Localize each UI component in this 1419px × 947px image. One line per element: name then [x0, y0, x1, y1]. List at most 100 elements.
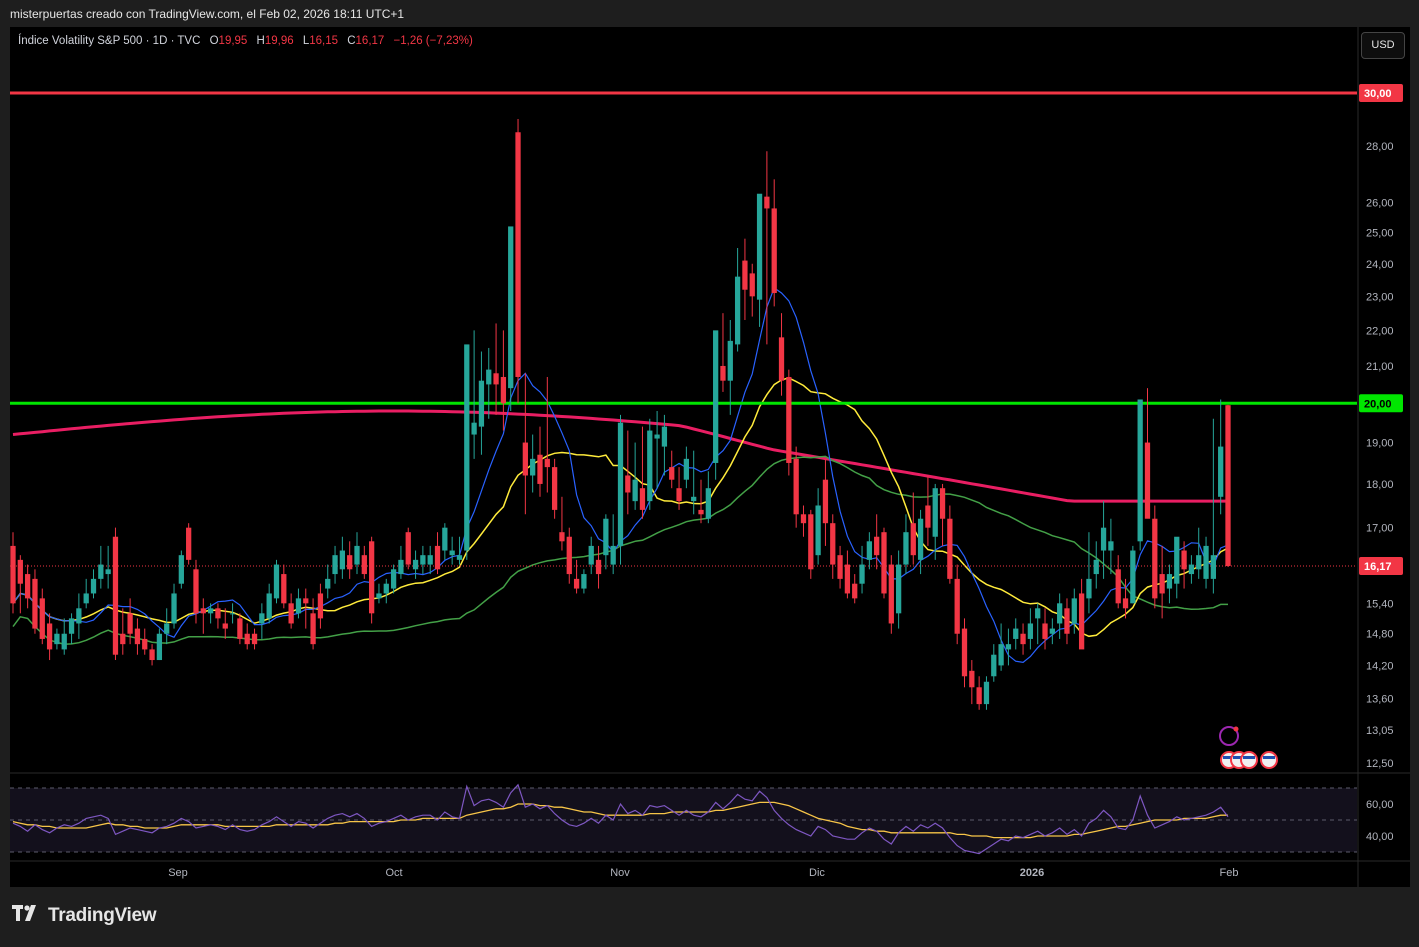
flag-stripe	[1263, 756, 1275, 759]
candle-body	[1196, 555, 1202, 570]
candle-body	[32, 578, 38, 629]
candle-body	[229, 613, 236, 615]
candle-body	[442, 527, 448, 551]
candle-body	[537, 454, 543, 484]
candle-body	[793, 458, 799, 515]
price-tick-label: 24,00	[1366, 259, 1394, 271]
candle-body	[471, 422, 477, 435]
candle-body	[237, 618, 243, 639]
rsi-tick-label: 60,00	[1366, 799, 1394, 811]
candle-body	[742, 260, 748, 290]
tradingview-logo-icon	[12, 905, 42, 927]
time-tick-label: Sep	[168, 867, 188, 879]
candle-body	[954, 578, 960, 634]
rsi-tick-label: 40,00	[1366, 831, 1394, 843]
high-value: 19,96	[264, 35, 294, 47]
candle-body	[639, 488, 646, 510]
candle-body	[398, 559, 404, 575]
candle-body	[969, 670, 975, 688]
candle-body	[1057, 603, 1063, 624]
candle-body	[486, 369, 492, 385]
price-tick-label: 23,00	[1366, 291, 1394, 303]
candle-body	[1210, 555, 1216, 579]
candle-body	[1130, 550, 1136, 604]
candle-body	[1108, 541, 1114, 551]
candle-body	[1035, 608, 1041, 619]
level-price-label: 30,00	[1364, 88, 1392, 100]
candle-body	[1115, 569, 1121, 604]
candle-body	[347, 555, 353, 570]
candle-body	[603, 518, 609, 556]
price-tick-label: 21,00	[1366, 361, 1394, 373]
candle-body	[786, 376, 792, 463]
price-tick-label: 14,80	[1366, 629, 1394, 641]
candle-body	[464, 344, 470, 551]
candle-body	[830, 523, 836, 565]
candle-body	[390, 569, 397, 589]
candle-body	[1093, 559, 1099, 575]
candle-body	[874, 536, 880, 556]
candle-body	[1122, 598, 1129, 609]
candle-body	[778, 337, 785, 381]
symbol-title: Índice Volatility S&P 500 · 1D · TVC	[18, 35, 201, 47]
candlestick-chart[interactable]: 12,50 13,05 13,60 14,20 14,80 15,40 17,00 18,00…	[0, 0, 1419, 947]
candle-body	[559, 532, 565, 542]
candle-body	[888, 564, 894, 624]
last-price-label: 16,17	[1364, 561, 1392, 573]
price-tick-label: 14,20	[1366, 660, 1394, 672]
candle-body	[76, 608, 82, 624]
price-tick-label: 13,60	[1366, 693, 1394, 705]
currency-button[interactable]: USD	[1361, 32, 1405, 59]
candle-body	[200, 608, 206, 614]
candle-body	[895, 564, 902, 614]
candle-body	[669, 467, 675, 480]
candle-body	[939, 488, 946, 519]
candle-body	[1181, 550, 1187, 570]
candle-body	[1188, 564, 1195, 575]
candle-body	[661, 426, 668, 447]
price-tick-label: 18,00	[1366, 479, 1394, 491]
candle-body	[522, 442, 528, 476]
candle-body	[222, 623, 228, 629]
price-tick-label: 15,40	[1366, 598, 1394, 610]
candle-body	[90, 578, 97, 594]
candle-body	[595, 559, 602, 575]
candle-body	[500, 376, 507, 404]
candle-body	[771, 208, 777, 294]
candle-body	[544, 458, 550, 468]
candle-body	[837, 555, 843, 579]
candle-body	[573, 578, 580, 589]
open-value: 19,95	[218, 35, 248, 47]
candle-body	[852, 583, 858, 599]
candle-body	[1218, 446, 1224, 497]
candle-body	[910, 523, 916, 556]
level-price-label: 20,00	[1364, 398, 1392, 410]
candle-body	[961, 628, 968, 677]
candle-body	[625, 475, 631, 493]
candle-body	[581, 574, 587, 589]
candle-body	[244, 633, 250, 645]
high-label: H	[256, 35, 265, 47]
candle-body	[610, 545, 616, 565]
candle-body	[1020, 633, 1026, 645]
candle-body	[1144, 442, 1151, 519]
price-tick-label: 17,00	[1366, 523, 1394, 535]
low-value: 16,15	[309, 35, 339, 47]
candle-body	[1086, 578, 1092, 599]
time-tick-label: Nov	[610, 867, 630, 879]
candle-body	[903, 532, 909, 565]
time-tick-label: Dic	[809, 867, 825, 879]
candle-body	[178, 555, 184, 584]
candle-body	[149, 649, 155, 661]
candle-body	[10, 545, 16, 604]
candle-body	[1166, 574, 1173, 589]
candle-body	[1071, 598, 1077, 624]
candle-body	[1027, 623, 1034, 639]
candle-body	[288, 603, 294, 624]
candle-body	[105, 569, 111, 575]
price-tick-label: 19,00	[1366, 438, 1394, 450]
candle-body	[186, 527, 192, 560]
time-tick-label: Oct	[385, 867, 402, 879]
candle-body	[691, 496, 697, 502]
us-economic-event-icon	[1260, 751, 1278, 769]
